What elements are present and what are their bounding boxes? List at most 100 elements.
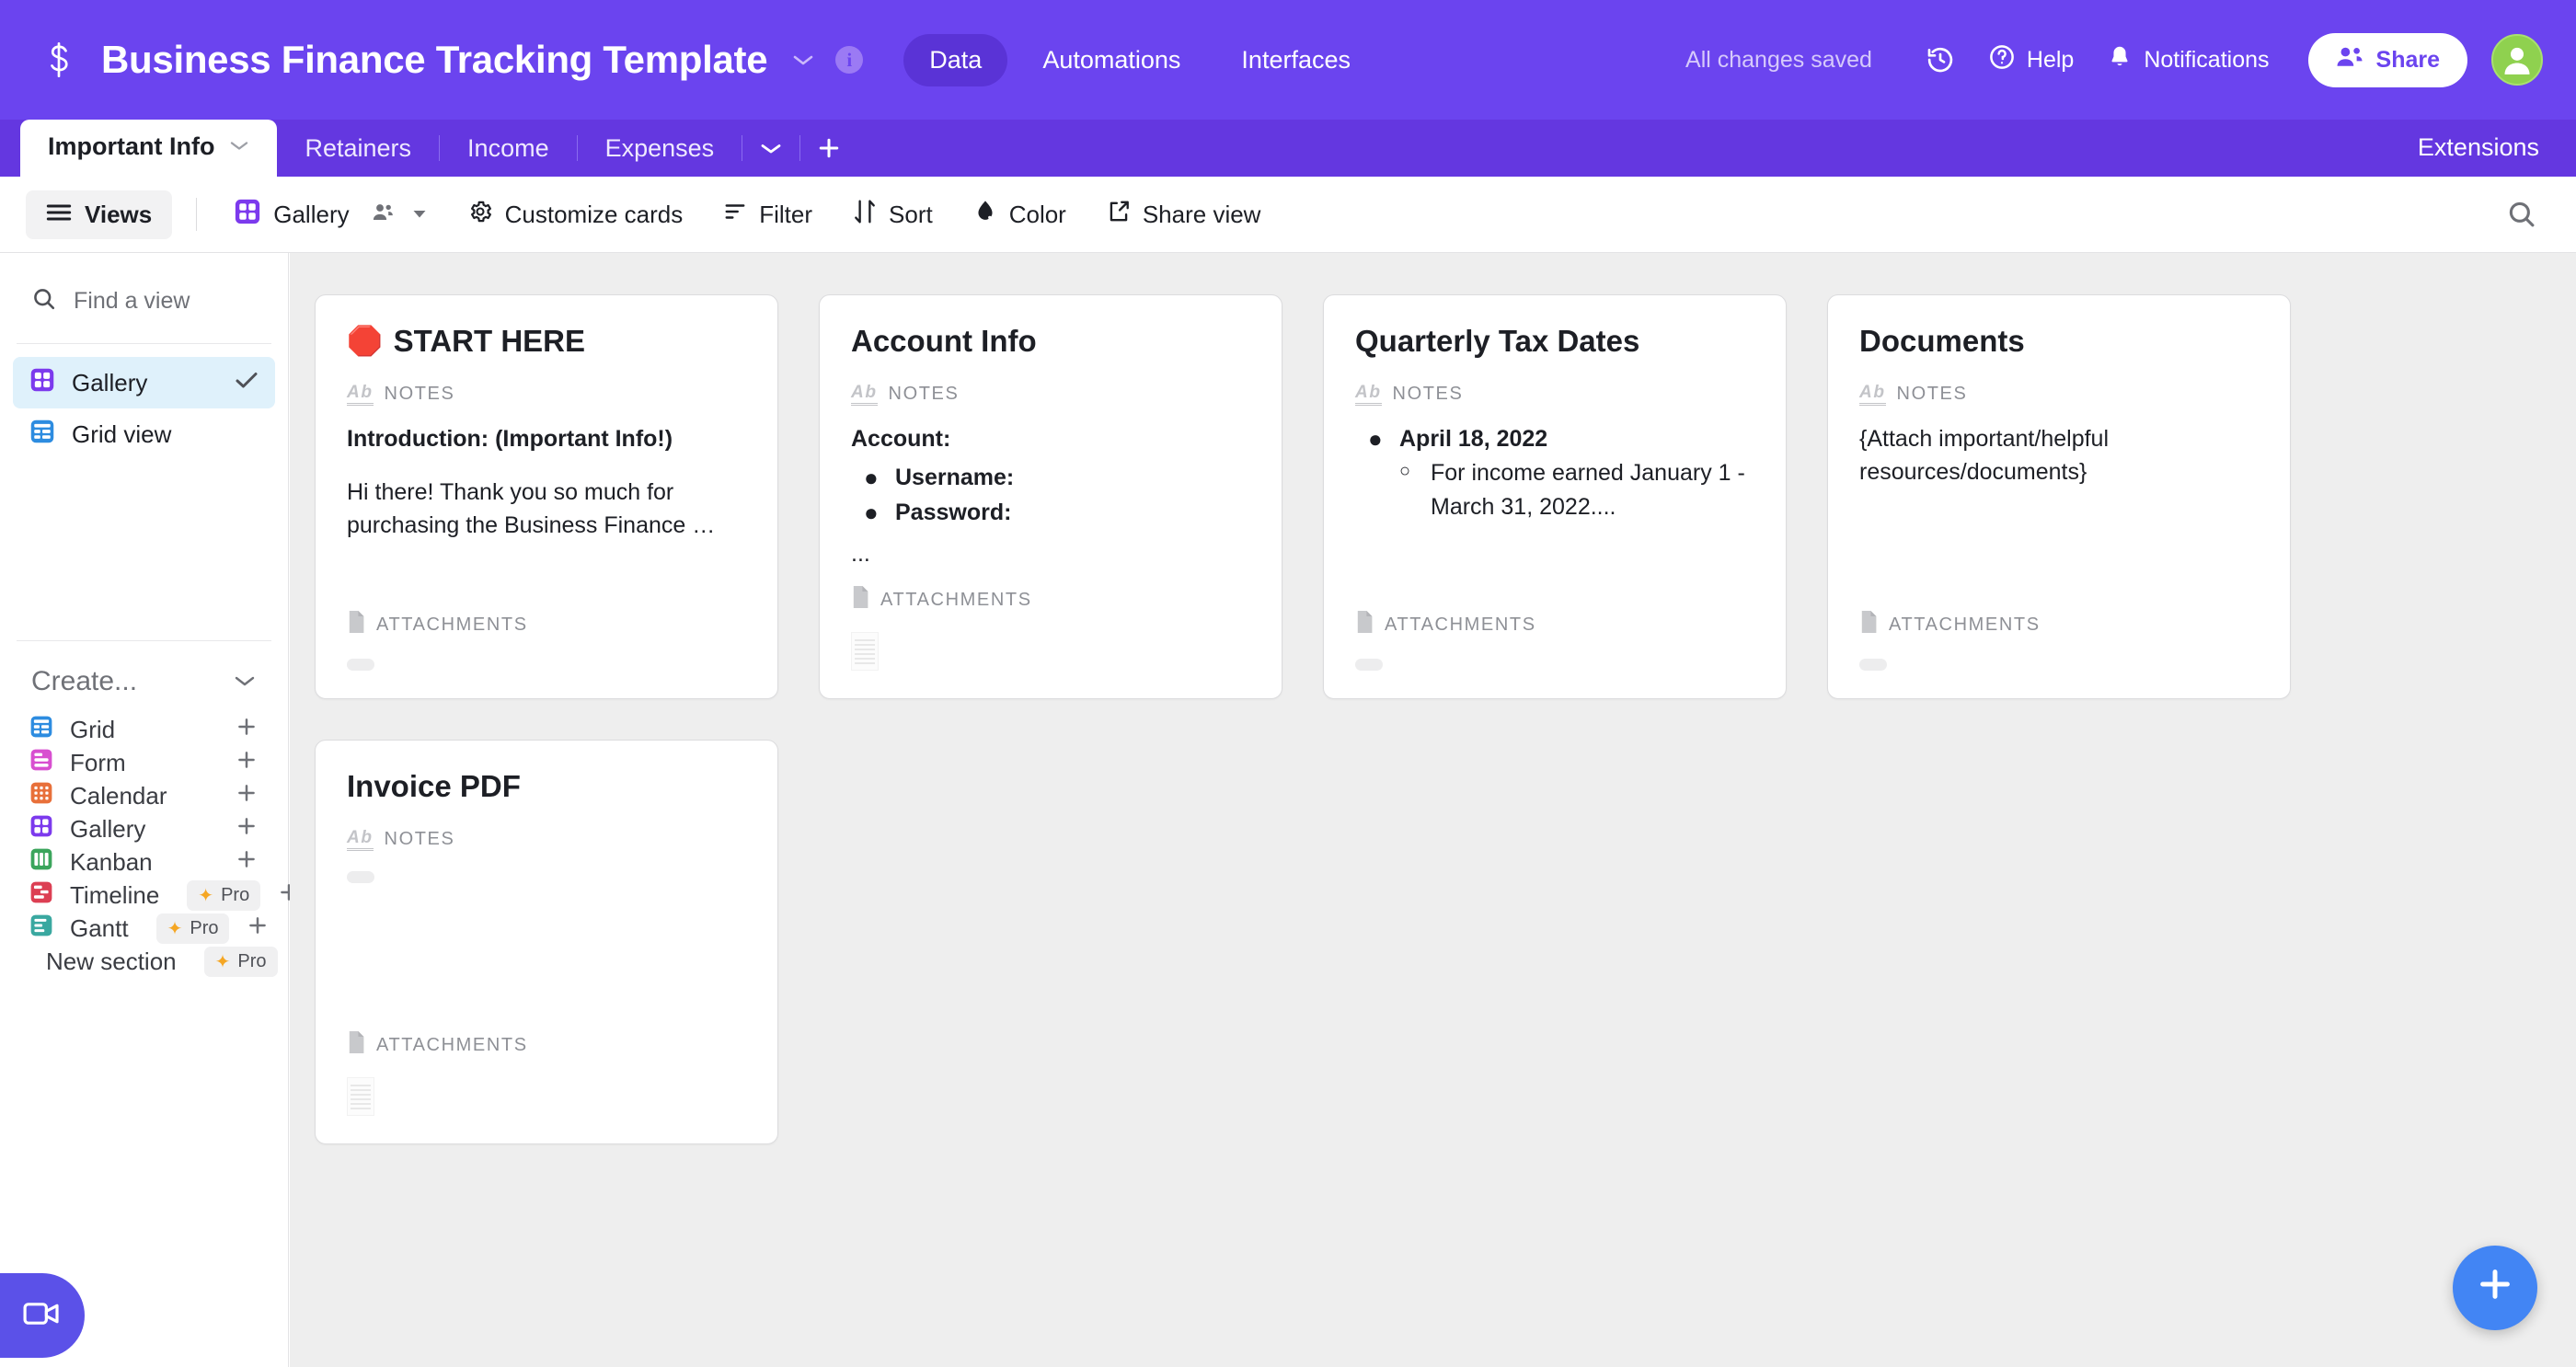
create-form[interactable]: Form (13, 746, 275, 779)
customize-cards-button[interactable]: Customize cards (454, 190, 696, 240)
create-section-title: Create... (31, 666, 138, 696)
add-record-button[interactable] (2453, 1246, 2537, 1330)
chevron-down-icon[interactable] (229, 135, 249, 157)
long-text-ab-icon: Ab (347, 829, 374, 851)
notes-bullet-item: ● Password: (864, 496, 1250, 531)
long-text-ab-icon: Ab (1355, 384, 1382, 406)
plus-icon[interactable] (235, 814, 259, 844)
field-label-text: ATTACHMENTS (376, 1034, 528, 1055)
create-calendar[interactable]: Calendar (13, 779, 275, 812)
avatar[interactable] (2491, 34, 2543, 86)
tab-overflow-chevron-down-icon[interactable] (742, 120, 799, 177)
record-video-button[interactable] (0, 1273, 85, 1358)
plus-icon[interactable] (235, 847, 259, 878)
info-icon[interactable]: i (835, 46, 864, 74)
attachment-thumbnail[interactable] (347, 1077, 374, 1116)
card-title: Documents (1859, 323, 2259, 360)
notes-bullet-item: ● Username: (864, 461, 1250, 496)
sidebar-view-gallery[interactable]: Gallery (13, 357, 275, 408)
sparkle-icon: ✦ (214, 951, 231, 972)
create-new-section[interactable]: New section ✦ Pro (13, 945, 315, 978)
card-title: Account Info (851, 323, 1250, 360)
extensions-button[interactable]: Extensions (2418, 133, 2539, 162)
dollar-sign-icon[interactable] (39, 40, 79, 80)
create-item-label: Gantt (70, 913, 129, 942)
find-view-input[interactable]: Find a view (74, 288, 190, 315)
notes-line: Account: (851, 425, 951, 452)
add-table-plus-icon[interactable] (800, 120, 857, 177)
create-item-label: Calendar (70, 781, 167, 810)
notifications-label: Notifications (2144, 46, 2270, 73)
attachments-field-label: ATTACHMENTS (347, 611, 746, 638)
create-gallery[interactable]: Gallery (13, 812, 275, 845)
plus-icon[interactable] (235, 715, 259, 745)
card-title-text: Account Info (851, 324, 1037, 358)
caret-down-icon[interactable] (412, 205, 427, 224)
gallery-card[interactable]: Account Info Ab NOTES Account: ● Usernam… (819, 294, 1282, 699)
chevron-down-icon[interactable] (791, 52, 815, 67)
field-label-text: ATTACHMENTS (376, 614, 528, 635)
gallery-card[interactable]: Documents Ab NOTES {Attach important/hel… (1827, 294, 2291, 699)
gallery-canvas: 🛑 START HERE Ab NOTES Introduction: (Imp… (290, 253, 2576, 1367)
filter-button[interactable]: Filter (710, 190, 825, 239)
header-nav-data[interactable]: Data (903, 33, 1008, 86)
create-item-label: Timeline (70, 880, 160, 909)
create-kanban[interactable]: Kanban (13, 845, 275, 879)
view-selector[interactable]: Gallery (221, 189, 439, 241)
chevron-down-icon[interactable] (233, 669, 257, 695)
header-nav-interfaces[interactable]: Interfaces (1215, 34, 1376, 86)
filter-icon (723, 200, 747, 230)
create-timeline[interactable]: Timeline ✦ Pro (13, 879, 298, 912)
file-icon (347, 611, 365, 638)
notes-line: Username: (895, 464, 1015, 490)
create-grid[interactable]: Grid (13, 713, 275, 746)
table-tab-strip: Important Info Retainers Income Expenses… (0, 120, 2576, 177)
check-icon (235, 370, 259, 396)
gallery-card[interactable]: Invoice PDF Ab NOTES ATTACHMENTS (315, 740, 778, 1144)
file-icon (347, 1031, 365, 1059)
plus-icon[interactable] (235, 748, 259, 778)
tab-retainers[interactable]: Retainers (277, 120, 439, 177)
gallery-card[interactable]: Quarterly Tax Dates Ab NOTES ● April 18,… (1323, 294, 1787, 699)
form-icon (29, 748, 53, 778)
tab-important-info[interactable]: Important Info (20, 120, 278, 177)
create-gantt[interactable]: Gantt ✦ Pro (13, 912, 275, 945)
tab-income[interactable]: Income (440, 120, 577, 177)
header-nav-automations[interactable]: Automations (1017, 34, 1206, 86)
sidebar-view-grid-view[interactable]: Grid view (13, 408, 275, 460)
sort-label: Sort (889, 200, 933, 228)
card-notes-body (347, 867, 746, 883)
attachment-thumbnail[interactable] (347, 659, 374, 671)
help-button[interactable]: Help (1972, 34, 2090, 86)
share-button[interactable]: Share (2307, 32, 2467, 87)
share-view-button[interactable]: Share view (1094, 190, 1274, 240)
hamburger-icon (46, 201, 72, 229)
view-type-label: Gallery (273, 200, 350, 228)
card-title: Invoice PDF (347, 768, 746, 805)
gallery-card[interactable]: 🛑 START HERE Ab NOTES Introduction: (Imp… (315, 294, 778, 699)
attachment-thumbnail[interactable] (1355, 659, 1383, 671)
view-toolbar: Views Gallery Customize cards Filter Sor… (0, 177, 2576, 253)
create-section-header[interactable]: Create... (0, 650, 288, 713)
attachment-thumbnail[interactable] (1859, 659, 1887, 671)
sort-button[interactable]: Sort (840, 190, 946, 240)
notes-bullet-item: ● April 18, 2022 (1368, 422, 1754, 457)
color-button[interactable]: Color (960, 190, 1079, 240)
question-circle-icon (1988, 43, 2016, 77)
attachment-thumbnail[interactable] (851, 632, 879, 671)
notifications-button[interactable]: Notifications (2090, 34, 2285, 86)
plus-icon[interactable] (235, 781, 259, 811)
create-item-label: Form (70, 748, 126, 776)
field-label-text: NOTES (384, 829, 455, 850)
history-clock-icon[interactable] (1909, 36, 1972, 84)
toolbar-divider (196, 198, 198, 231)
views-toggle-button[interactable]: Views (26, 190, 173, 239)
file-icon (1355, 611, 1374, 638)
views-sidebar: Find a view Gallery Grid view Create... (0, 253, 315, 1367)
search-icon[interactable] (2506, 199, 2537, 230)
gallery-icon (29, 367, 55, 399)
plus-icon[interactable] (246, 913, 270, 944)
tab-expenses[interactable]: Expenses (578, 120, 742, 177)
gantt-icon (29, 913, 53, 944)
find-view-search-row[interactable]: Find a view (0, 271, 288, 330)
